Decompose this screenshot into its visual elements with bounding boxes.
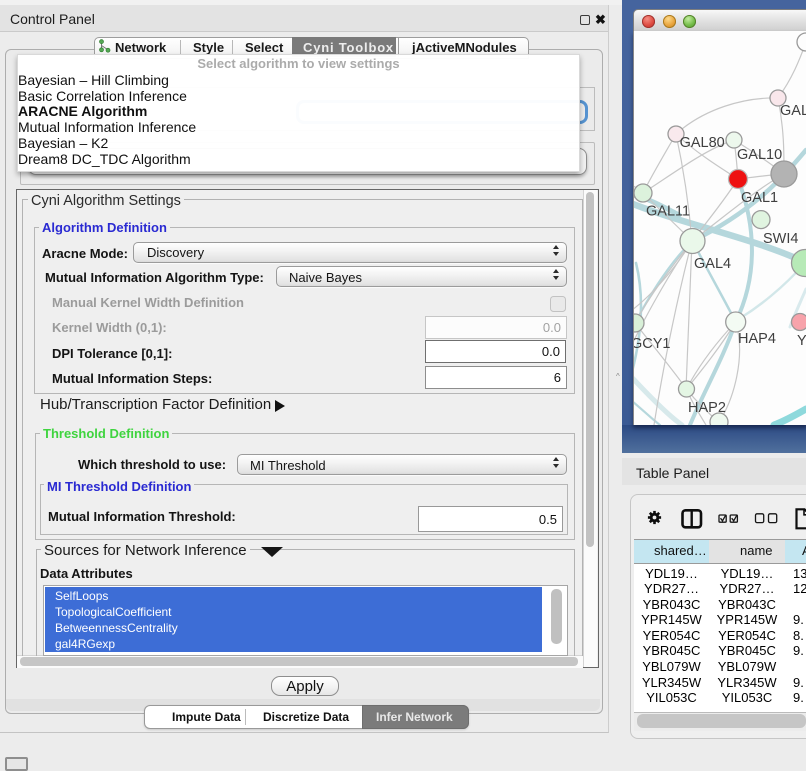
svg-text:GAL4: GAL4 [694,256,731,272]
svg-text:HAP2: HAP2 [688,400,726,416]
svg-text:GAL11: GAL11 [646,204,690,220]
svg-text:SWI4: SWI4 [763,231,798,247]
svg-text:Y: Y [797,333,806,349]
svg-text:GAL80: GAL80 [680,135,725,151]
svg-text:GCY1: GCY1 [634,336,671,352]
svg-text:GAL10: GAL10 [737,147,782,163]
svg-text:HAP4: HAP4 [738,331,776,347]
svg-text:GAL1: GAL1 [741,190,778,206]
svg-text:GAL8: GAL8 [780,103,806,119]
